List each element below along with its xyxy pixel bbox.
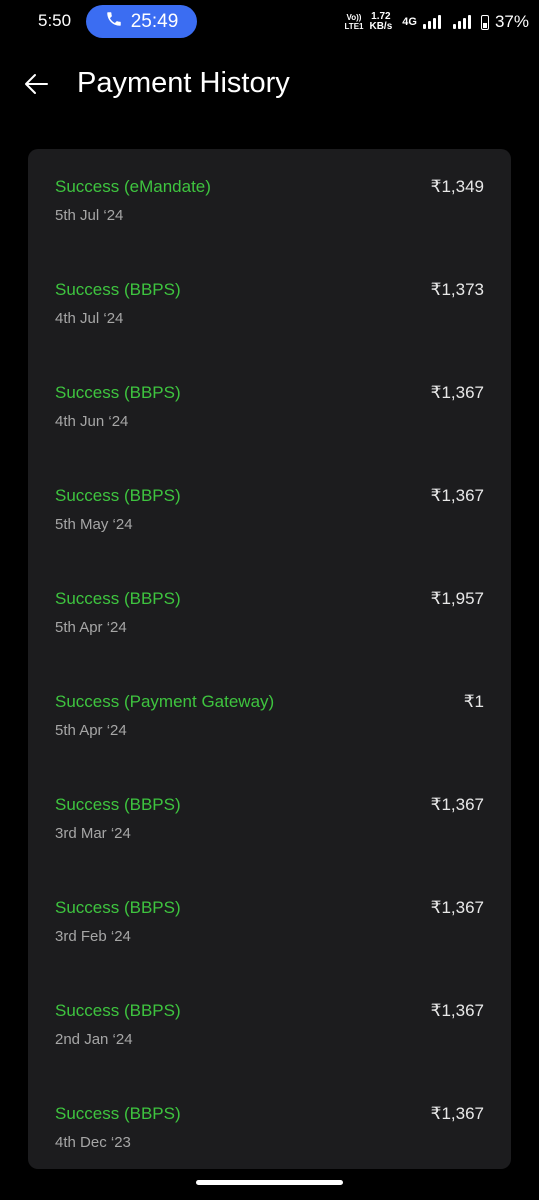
- payment-date: 5th Jul ‘24: [55, 207, 124, 224]
- payment-row[interactable]: Success (eMandate) 5th Jul ‘24 ₹1,349: [28, 149, 511, 252]
- payment-amount: ₹1,957: [430, 589, 484, 608]
- payment-status: Success (eMandate): [55, 177, 211, 196]
- ongoing-call-chip[interactable]: 25:49: [86, 5, 197, 38]
- payment-amount: ₹1,367: [430, 1001, 484, 1020]
- arrow-left-icon: [23, 73, 49, 100]
- payment-amount: ₹1,349: [430, 177, 484, 196]
- volte-label: Vo)): [346, 13, 362, 22]
- payment-status: Success (BBPS): [55, 280, 181, 299]
- payment-row[interactable]: Success (BBPS) 5th May ‘24 ₹1,367: [28, 458, 511, 561]
- payment-status: Success (BBPS): [55, 383, 181, 402]
- network-speed: 1.72 KB/s: [369, 12, 392, 32]
- app-header: Payment History: [0, 58, 539, 114]
- payment-status: Success (BBPS): [55, 1104, 181, 1123]
- payment-history-list: Success (eMandate) 5th Jul ‘24 ₹1,349 Su…: [28, 149, 511, 1169]
- payment-amount: ₹1,367: [430, 898, 484, 917]
- network-type: 4G: [402, 16, 417, 28]
- payment-amount: ₹1: [463, 692, 484, 711]
- payment-date: 3rd Feb ‘24: [55, 928, 131, 945]
- volte-indicator: Vo)) LTE1: [345, 13, 364, 31]
- payment-date: 4th Dec ‘23: [55, 1134, 131, 1151]
- payment-row[interactable]: Success (BBPS) 4th Jul ‘24 ₹1,373: [28, 252, 511, 355]
- payment-row[interactable]: Success (BBPS) 4th Jun ‘24 ₹1,367: [28, 355, 511, 458]
- payment-status: Success (BBPS): [55, 486, 181, 505]
- payment-row[interactable]: Success (BBPS) 2nd Jan ‘24 ₹1,367: [28, 973, 511, 1076]
- payment-status: Success (BBPS): [55, 1001, 181, 1020]
- home-indicator[interactable]: [196, 1180, 343, 1185]
- payment-status: Success (Payment Gateway): [55, 692, 275, 711]
- payment-amount: ₹1,373: [430, 280, 484, 299]
- battery-icon: [480, 14, 489, 30]
- payment-date: 5th Apr ‘24: [55, 722, 127, 739]
- payment-row[interactable]: Success (BBPS) 3rd Feb ‘24 ₹1,367: [28, 870, 511, 973]
- signal-icon: [422, 15, 441, 29]
- payment-row[interactable]: Success (BBPS) 5th Apr ‘24 ₹1,957: [28, 561, 511, 664]
- payment-row[interactable]: Success (BBPS) 3rd Mar ‘24 ₹1,367: [28, 767, 511, 870]
- payment-status: Success (BBPS): [55, 898, 181, 917]
- payment-amount: ₹1,367: [430, 486, 484, 505]
- battery-percentage: 37%: [494, 12, 529, 31]
- lte-label: LTE1: [344, 22, 364, 31]
- payment-row[interactable]: Success (BBPS) 4th Dec ‘23 ₹1,367: [28, 1076, 511, 1169]
- payment-date: 3rd Mar ‘24: [55, 825, 131, 842]
- status-icons: Vo)) LTE1 1.72 KB/s 4G 37%: [345, 9, 529, 35]
- payment-amount: ₹1,367: [430, 1104, 484, 1123]
- payment-date: 5th Apr ‘24: [55, 619, 127, 636]
- back-button[interactable]: [20, 70, 52, 102]
- status-time: 5:50: [38, 11, 72, 30]
- call-timer: 25:49: [130, 10, 179, 32]
- signal-icon: [452, 15, 471, 29]
- payment-row[interactable]: Success (Payment Gateway) 5th Apr ‘24 ₹1: [28, 664, 511, 767]
- payment-amount: ₹1,367: [430, 383, 484, 402]
- payment-status: Success (BBPS): [55, 795, 181, 814]
- page-title: Payment History: [77, 67, 290, 99]
- phone-icon: [105, 10, 123, 33]
- payment-status: Success (BBPS): [55, 589, 181, 608]
- payment-amount: ₹1,367: [430, 795, 484, 814]
- payment-date: 2nd Jan ‘24: [55, 1031, 133, 1048]
- payment-date: 5th May ‘24: [55, 516, 133, 533]
- payment-date: 4th Jul ‘24: [55, 310, 124, 327]
- network-speed-unit: KB/s: [369, 21, 393, 32]
- payment-date: 4th Jun ‘24: [55, 413, 129, 430]
- status-bar: 5:50 25:49 Vo)) LTE1 1.72 KB/s 4G 37%: [0, 0, 539, 44]
